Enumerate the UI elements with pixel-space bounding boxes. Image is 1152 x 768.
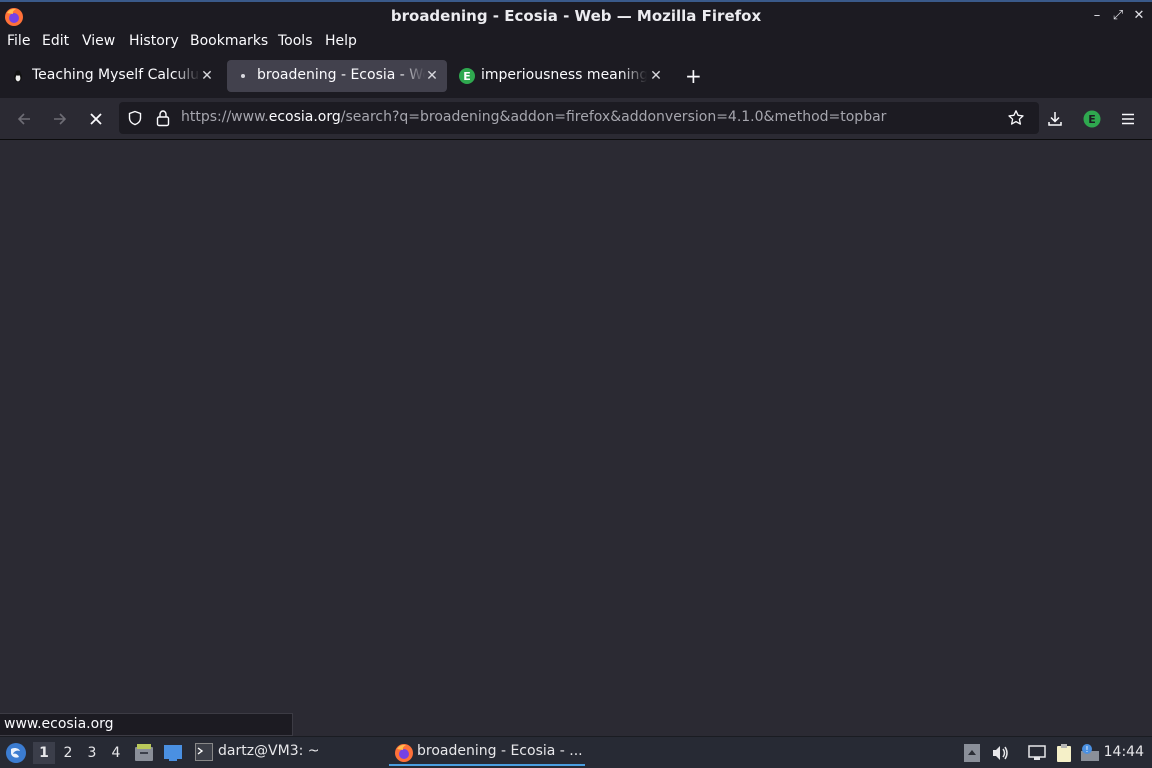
workspace-4[interactable]: 4 [105,742,127,764]
task-terminal-label: dartz@VM3: ~ [218,743,320,759]
clipboard-icon[interactable] [1054,743,1074,763]
tab-teaching-calculus[interactable]: Teaching Myself Calculus ✕ [2,60,222,92]
lock-icon[interactable] [155,109,171,127]
menu-tools[interactable]: Tools [278,33,313,49]
downloads-icon[interactable] [1043,107,1067,131]
terminal-icon [195,743,213,761]
hamburger-menu-icon[interactable] [1116,107,1140,131]
minimize-button[interactable]: – [1088,6,1106,26]
stop-loading-icon[interactable] [84,107,108,131]
ecosia-icon: E [459,68,475,84]
url-path: /search?q=broadening&addon=firefox&addon… [340,109,887,125]
menu-edit[interactable]: Edit [42,33,69,49]
desktop-icon[interactable] [163,744,183,762]
url-host: ecosia.org [268,109,341,125]
network-icon[interactable] [1027,743,1047,763]
close-window-button[interactable]: ✕ [1130,6,1148,26]
close-tab-icon[interactable]: ✕ [648,66,664,86]
menu-bookmarks[interactable]: Bookmarks [190,33,268,49]
clock: 14:44 [1103,744,1144,760]
menu-file[interactable]: File [7,33,30,49]
volume-icon[interactable] [990,743,1010,763]
task-firefox-label: broadening - Ecosia - ... [417,743,583,759]
maximize-button[interactable]: ⤢ [1109,6,1127,26]
ecosia-extension-icon[interactable]: E [1080,107,1104,131]
close-tab-icon[interactable]: ✕ [199,66,215,86]
taskbar: 1 2 3 4 dartz@VM3: ~ broadening - Ecosia… [0,736,1152,768]
window-title: broadening - Ecosia - Web — Mozilla Fire… [390,7,762,25]
url-bar[interactable]: https://www.ecosia.org/search?q=broadeni… [119,102,1039,134]
menu-view[interactable]: View [82,33,115,49]
workspace-1[interactable]: 1 [33,742,55,764]
url-prefix: https://www. [181,109,269,125]
tab-broadening-ecosia[interactable]: broadening - Ecosia - Web ✕ [227,60,447,92]
forward-icon[interactable] [48,107,72,131]
workspace-3[interactable]: 3 [81,742,103,764]
tab-imperiousness[interactable]: E imperiousness meaning ✕ [451,60,671,92]
status-panel: www.ecosia.org [0,713,293,736]
bookmark-star-icon[interactable] [1007,109,1025,127]
menu-history[interactable]: History [129,33,179,49]
tray-expand-icon[interactable] [962,743,982,763]
svg-text:E: E [1088,113,1096,126]
file-manager-icon[interactable] [134,743,154,763]
window-titlebar: broadening - Ecosia - Web — Mozilla Fire… [0,0,1152,30]
url-text: https://www.ecosia.org/search?q=broadeni… [181,109,886,125]
notification-icon[interactable]: ! [1080,743,1100,763]
close-tab-icon[interactable]: ✕ [424,66,440,86]
loading-dot-icon [241,74,245,78]
navigation-bar: https://www.ecosia.org/search?q=broadeni… [0,98,1152,140]
back-icon[interactable] [12,107,36,131]
penguin-icon [14,70,22,82]
tab-strip: Teaching Myself Calculus ✕ broadening - … [0,56,1152,98]
menu-help[interactable]: Help [325,33,357,49]
start-menu-icon[interactable] [5,742,27,764]
workspace-2[interactable]: 2 [57,742,79,764]
shield-icon[interactable] [127,110,143,126]
task-firefox[interactable]: broadening - Ecosia - ... [389,740,585,766]
firefox-icon [395,744,413,762]
menu-bar: File Edit View History Bookmarks Tools H… [0,30,1152,56]
svg-text:!: ! [1085,745,1088,754]
svg-text:E: E [463,70,471,83]
new-tab-button[interactable]: + [685,64,702,88]
page-content [0,141,1152,735]
